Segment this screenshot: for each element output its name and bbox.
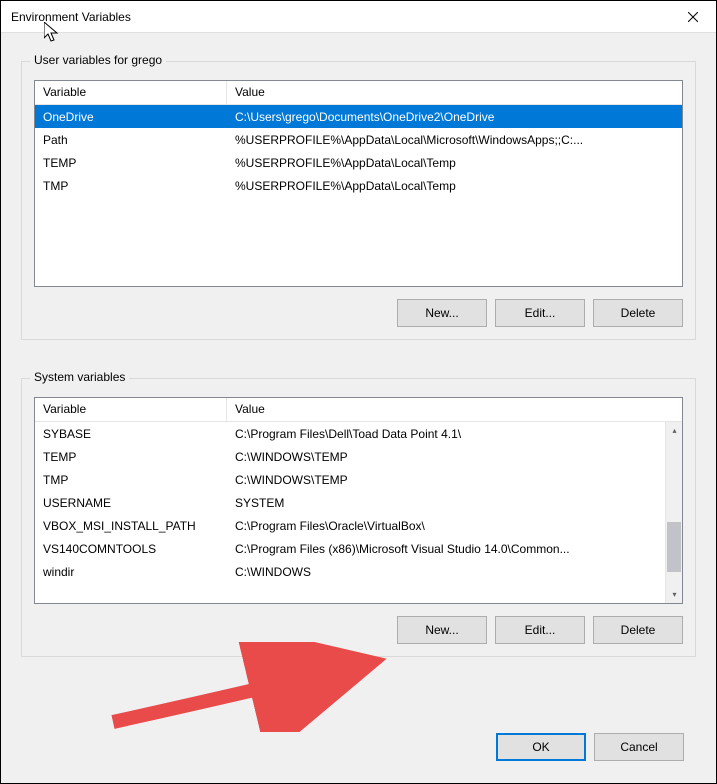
cell-value: %USERPROFILE%\AppData\Local\Temp <box>227 176 682 196</box>
system-vars-buttons: New... Edit... Delete <box>34 616 683 644</box>
list-header: Variable Value <box>35 81 682 105</box>
table-row[interactable]: windirC:\WINDOWS <box>35 560 682 583</box>
close-button[interactable] <box>670 1 716 33</box>
list-header: Variable Value <box>35 398 682 422</box>
table-row[interactable]: TMP%USERPROFILE%\AppData\Local\Temp <box>35 174 682 197</box>
user-edit-button[interactable]: Edit... <box>495 299 585 327</box>
table-row[interactable]: VBOX_MSI_INSTALL_PATHC:\Program Files\Or… <box>35 514 682 537</box>
cell-variable: VS140COMNTOOLS <box>35 539 227 559</box>
cell-value: C:\WINDOWS\TEMP <box>227 447 682 467</box>
window-title: Environment Variables <box>11 10 131 24</box>
cell-variable: Path <box>35 130 227 150</box>
cell-variable: TMP <box>35 470 227 490</box>
cell-variable: TMP <box>35 176 227 196</box>
cell-variable: windir <box>35 562 227 582</box>
table-row[interactable]: SYBASEC:\Program Files\Dell\Toad Data Po… <box>35 422 682 445</box>
cell-value: C:\WINDOWS <box>227 562 682 582</box>
table-row[interactable]: USERNAMESYSTEM <box>35 491 682 514</box>
cell-value: C:\Program Files\Oracle\VirtualBox\ <box>227 516 682 536</box>
close-icon <box>688 12 698 22</box>
table-row[interactable]: Path%USERPROFILE%\AppData\Local\Microsof… <box>35 128 682 151</box>
user-vars-group: User variables for grego Variable Value … <box>21 61 696 340</box>
dialog-content: User variables for grego Variable Value … <box>1 33 716 783</box>
col-header-value[interactable]: Value <box>227 81 682 104</box>
table-row[interactable]: TEMP%USERPROFILE%\AppData\Local\Temp <box>35 151 682 174</box>
cell-variable: VBOX_MSI_INSTALL_PATH <box>35 516 227 536</box>
scroll-down-icon[interactable]: ▾ <box>666 586 683 603</box>
col-header-variable[interactable]: Variable <box>35 398 227 421</box>
scrollbar-thumb[interactable] <box>667 522 681 572</box>
scrollbar[interactable]: ▴ ▾ <box>665 422 682 603</box>
system-vars-list[interactable]: Variable Value SYBASEC:\Program Files\De… <box>34 397 683 604</box>
cell-value: C:\Program Files (x86)\Microsoft Visual … <box>227 539 682 559</box>
system-new-button[interactable]: New... <box>397 616 487 644</box>
titlebar: Environment Variables <box>1 1 716 33</box>
system-vars-group: System variables Variable Value SYBASEC:… <box>21 378 696 657</box>
cell-value: %USERPROFILE%\AppData\Local\Microsoft\Wi… <box>227 130 682 150</box>
user-delete-button[interactable]: Delete <box>593 299 683 327</box>
ok-button[interactable]: OK <box>496 733 586 761</box>
cell-variable: USERNAME <box>35 493 227 513</box>
user-vars-body: OneDriveC:\Users\grego\Documents\OneDriv… <box>35 105 682 197</box>
system-vars-label: System variables <box>30 370 129 384</box>
table-row[interactable]: TEMPC:\WINDOWS\TEMP <box>35 445 682 468</box>
cell-value: C:\Program Files\Dell\Toad Data Point 4.… <box>227 424 682 444</box>
dialog-buttons: OK Cancel <box>21 721 696 765</box>
cell-value: C:\Users\grego\Documents\OneDrive2\OneDr… <box>227 107 682 127</box>
cell-variable: TEMP <box>35 153 227 173</box>
env-vars-dialog: Environment Variables User variables for… <box>0 0 717 784</box>
col-header-variable[interactable]: Variable <box>35 81 227 104</box>
cell-value: C:\WINDOWS\TEMP <box>227 470 682 490</box>
cancel-button[interactable]: Cancel <box>594 733 684 761</box>
table-row[interactable]: TMPC:\WINDOWS\TEMP <box>35 468 682 491</box>
user-new-button[interactable]: New... <box>397 299 487 327</box>
scroll-up-icon[interactable]: ▴ <box>666 422 683 439</box>
user-vars-buttons: New... Edit... Delete <box>34 299 683 327</box>
table-row[interactable]: OneDriveC:\Users\grego\Documents\OneDriv… <box>35 105 682 128</box>
col-header-value[interactable]: Value <box>227 398 682 421</box>
cell-variable: TEMP <box>35 447 227 467</box>
user-vars-label: User variables for grego <box>30 53 166 67</box>
cell-variable: OneDrive <box>35 107 227 127</box>
user-vars-list[interactable]: Variable Value OneDriveC:\Users\grego\Do… <box>34 80 683 287</box>
system-edit-button[interactable]: Edit... <box>495 616 585 644</box>
cell-value: %USERPROFILE%\AppData\Local\Temp <box>227 153 682 173</box>
system-delete-button[interactable]: Delete <box>593 616 683 644</box>
cell-value: SYSTEM <box>227 493 682 513</box>
system-vars-body: SYBASEC:\Program Files\Dell\Toad Data Po… <box>35 422 682 583</box>
cell-variable: SYBASE <box>35 424 227 444</box>
table-row[interactable]: VS140COMNTOOLSC:\Program Files (x86)\Mic… <box>35 537 682 560</box>
